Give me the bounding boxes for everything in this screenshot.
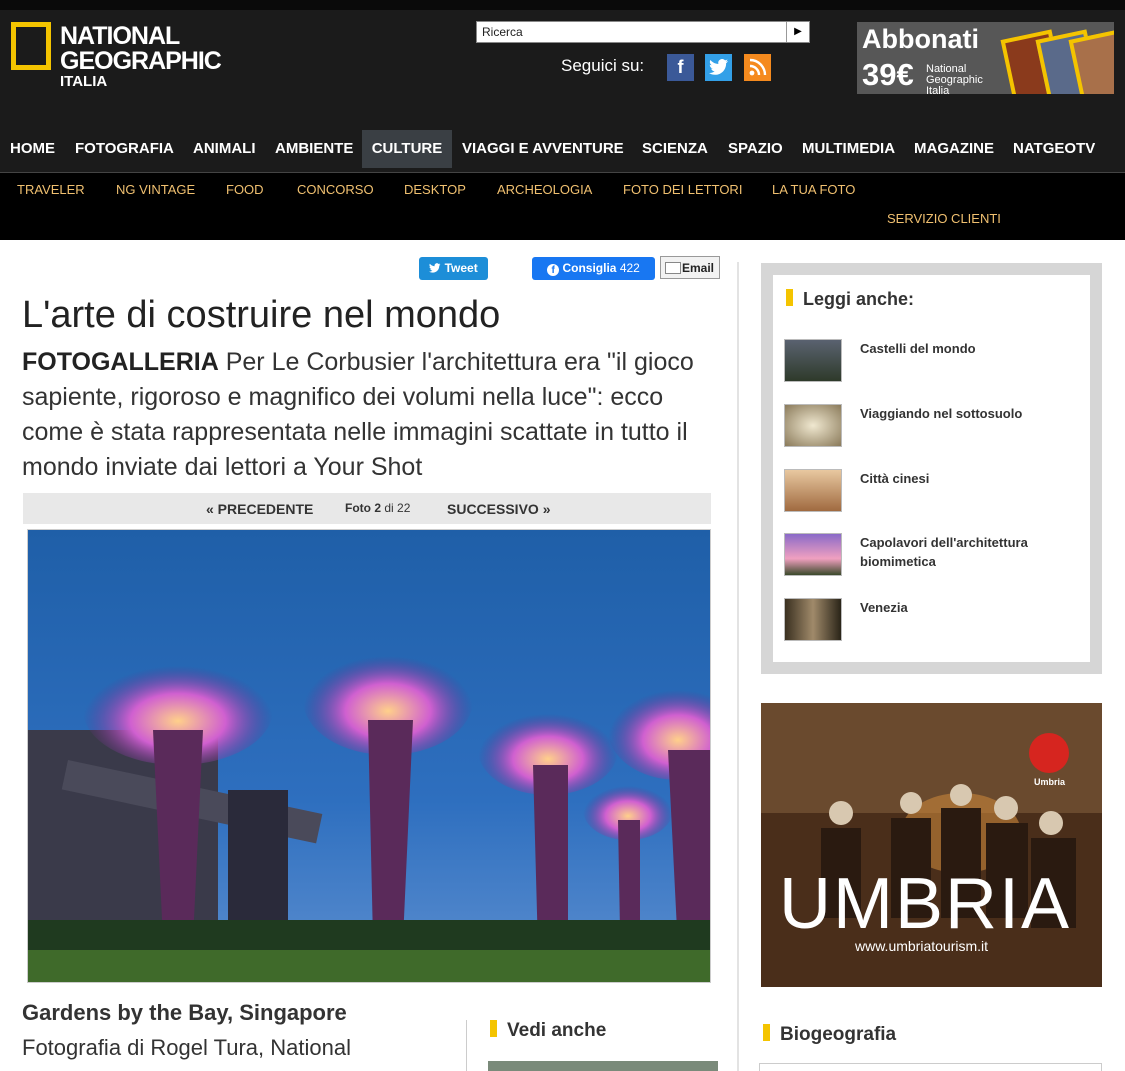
related-item[interactable]: Venezia bbox=[784, 598, 1084, 643]
yellow-bar-icon bbox=[786, 289, 793, 306]
photo-current: Foto 2 bbox=[345, 501, 381, 515]
site-header: NATIONAL GEOGRAPHIC ITALIA ▶ Seguici su:… bbox=[0, 10, 1125, 130]
nav-ambiente[interactable]: AMBIENTE bbox=[275, 130, 353, 168]
subnav-la-tua-foto[interactable]: LA TUA FOTO bbox=[772, 182, 855, 197]
email-label: Email bbox=[681, 261, 714, 275]
leggi-anche-box: Leggi anche: Castelli del mondo Viaggian… bbox=[761, 263, 1102, 674]
tweet-button[interactable]: Tweet bbox=[419, 257, 488, 280]
biogeografia-box bbox=[759, 1063, 1102, 1071]
envelope-icon bbox=[665, 262, 681, 274]
fb-like-count: 422 bbox=[619, 261, 640, 275]
article-title: L'arte di costruire nel mondo bbox=[22, 294, 501, 336]
facebook-icon[interactable]: f bbox=[667, 54, 694, 81]
nav-animali[interactable]: ANIMALI bbox=[193, 130, 256, 168]
search-input[interactable] bbox=[477, 22, 787, 42]
related-title: Capolavori dell'architettura biomimetica bbox=[860, 535, 1028, 569]
related-title: Castelli del mondo bbox=[860, 341, 976, 356]
ad-headline: UMBRIA bbox=[779, 864, 1072, 944]
rss-icon[interactable] bbox=[744, 54, 771, 81]
promo-text: National Geographic Italia bbox=[926, 63, 983, 95]
subnav-archeologia[interactable]: ARCHEOLOGIA bbox=[497, 182, 592, 197]
related-item[interactable]: Viaggiando nel sottosuolo bbox=[784, 404, 1084, 449]
nav-home[interactable]: HOME bbox=[10, 130, 55, 168]
leggi-anche-heading: Leggi anche: bbox=[786, 289, 914, 310]
tweet-label: Tweet bbox=[444, 261, 478, 275]
subnav-desktop[interactable]: DESKTOP bbox=[404, 182, 466, 197]
next-photo-link[interactable]: SUCCESSIVO » bbox=[447, 501, 550, 517]
vedi-anche-heading: Vedi anche bbox=[490, 1020, 606, 1042]
nav-viaggi[interactable]: VIAGGI E AVVENTURE bbox=[462, 130, 624, 168]
gallery-pager: « PRECEDENTE Foto 2 di 22 SUCCESSIVO » bbox=[23, 493, 711, 524]
yellow-bar-icon bbox=[763, 1024, 770, 1041]
ad-url: www.umbriatourism.it bbox=[855, 938, 989, 954]
natgeo-logo-icon[interactable] bbox=[11, 22, 51, 70]
related-thumbnail bbox=[784, 339, 842, 382]
related-item[interactable]: Città cinesi bbox=[784, 469, 1084, 514]
article-lede: FOTOGALLERIA Per Le Corbusier l'architet… bbox=[22, 345, 712, 485]
subnav-ng-vintage[interactable]: NG VINTAGE bbox=[116, 182, 195, 197]
leggi-anche-label: Leggi anche: bbox=[803, 289, 915, 309]
prev-photo-link[interactable]: « PRECEDENTE bbox=[206, 501, 313, 517]
umbria-logo-text: Umbria bbox=[1034, 777, 1066, 787]
promo-title: Abbonati bbox=[862, 24, 979, 54]
subnav-traveler[interactable]: TRAVELER bbox=[17, 182, 85, 197]
related-item[interactable]: Castelli del mondo bbox=[784, 339, 1084, 384]
nav-scienza[interactable]: SCIENZA bbox=[642, 130, 708, 168]
email-button[interactable]: Email bbox=[660, 256, 720, 279]
subnav-concorso[interactable]: CONCORSO bbox=[297, 182, 374, 197]
subnav-foto-dei-lettori[interactable]: FOTO DEI LETTORI bbox=[623, 182, 742, 197]
promo-price: 39€ bbox=[862, 57, 914, 92]
twitter-icon[interactable] bbox=[705, 54, 732, 81]
yellow-bar-icon bbox=[490, 1020, 497, 1037]
related-thumbnail bbox=[784, 533, 842, 576]
photo-counter: Foto 2 di 22 bbox=[345, 501, 410, 515]
related-thumbnail bbox=[784, 469, 842, 512]
related-thumbnail bbox=[784, 598, 842, 641]
related-thumbnail bbox=[784, 404, 842, 447]
related-item[interactable]: Capolavori dell'architettura biomimetica bbox=[784, 533, 1084, 578]
facebook-like-button[interactable]: f Consiglia 422 bbox=[532, 257, 655, 280]
gallery-photo[interactable] bbox=[27, 529, 711, 983]
column-divider bbox=[466, 1020, 467, 1071]
nav-multimedia[interactable]: MULTIMEDIA bbox=[802, 130, 895, 168]
subnav-servizio-clienti[interactable]: SERVIZIO CLIENTI bbox=[887, 211, 1001, 226]
nav-natgeotv[interactable]: NATGEOTV bbox=[1013, 130, 1095, 168]
lede-kicker: FOTOGALLERIA bbox=[22, 348, 219, 376]
nav-culture[interactable]: CULTURE bbox=[362, 130, 452, 168]
site-logo[interactable]: NATIONAL GEOGRAPHIC ITALIA bbox=[60, 22, 222, 90]
vedi-anche-thumbnail[interactable] bbox=[488, 1061, 718, 1071]
photo-total: di 22 bbox=[384, 501, 411, 515]
related-title: Venezia bbox=[860, 600, 908, 615]
main-nav: HOME FOTOGRAFIA ANIMALI AMBIENTE CULTURE… bbox=[0, 130, 1125, 173]
sidebar-divider bbox=[737, 262, 739, 1071]
subscribe-banner[interactable]: Abbonati 39€ National Geographic Italia bbox=[857, 22, 1114, 94]
gardens-by-the-bay-photo bbox=[28, 530, 710, 982]
fb-like-label: Consiglia bbox=[562, 261, 617, 275]
search-box: ▶ bbox=[476, 21, 810, 43]
biogeografia-heading: Biogeografia bbox=[763, 1024, 896, 1046]
related-title: Viaggiando nel sottosuolo bbox=[860, 406, 1023, 421]
facebook-icon: f bbox=[547, 264, 560, 276]
search-submit-button[interactable]: ▶ bbox=[786, 22, 809, 42]
photo-caption-title: Gardens by the Bay, Singapore bbox=[22, 1000, 347, 1025]
nav-spazio[interactable]: SPAZIO bbox=[728, 130, 783, 168]
photo-credit: Fotografia di Rogel Tura, National bbox=[22, 1035, 351, 1060]
nav-fotografia[interactable]: FOTOGRAFIA bbox=[75, 130, 174, 168]
follow-label: Seguici su: bbox=[561, 56, 645, 75]
related-title: Città cinesi bbox=[860, 471, 930, 486]
logo-line-1: NATIONAL bbox=[60, 22, 180, 50]
umbria-ad-banner[interactable]: Umbria UMBRIA www.umbriatourism.it bbox=[761, 703, 1102, 987]
top-strip bbox=[0, 0, 1125, 10]
subnav-food[interactable]: FOOD bbox=[226, 182, 264, 197]
logo-line-2: GEOGRAPHIC bbox=[60, 47, 222, 75]
nav-magazine[interactable]: MAGAZINE bbox=[914, 130, 994, 168]
sub-nav: TRAVELER NG VINTAGE FOOD CONCORSO DESKTO… bbox=[0, 173, 1125, 240]
biogeografia-label: Biogeografia bbox=[780, 1024, 897, 1045]
vedi-anche-label: Vedi anche bbox=[507, 1020, 607, 1041]
umbria-logo-icon bbox=[1029, 733, 1069, 773]
logo-line-3: ITALIA bbox=[60, 73, 108, 90]
